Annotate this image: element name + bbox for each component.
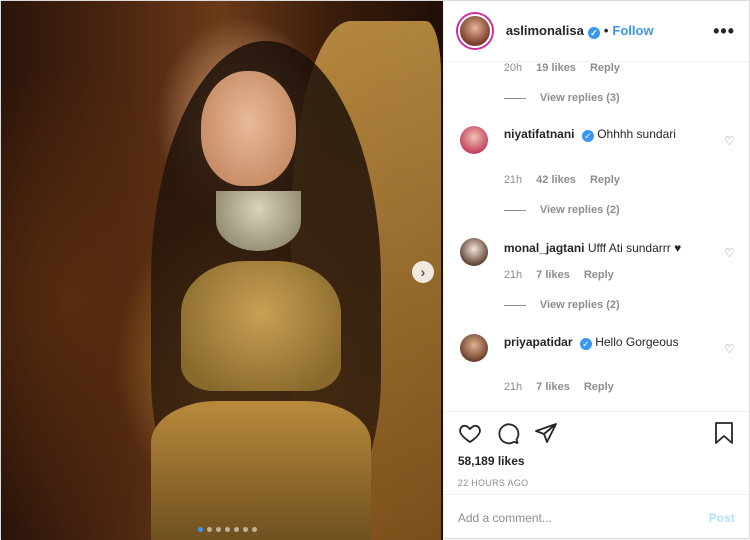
comment-time: 21h [503,381,523,393]
comment-like-icon[interactable]: ♡ [724,342,735,356]
view-replies-line [503,97,526,99]
comment-body: priyapatidar ✓ Hello Gorgeous [504,334,714,362]
view-replies-button[interactable]: View replies (2) [503,204,620,216]
likes-count[interactable]: 58,189 likes [458,454,735,468]
verified-badge-icon: ✓ [579,338,592,350]
comment-meta: 21h 42 likes Reply [504,174,620,186]
comment-like-icon[interactable]: ♡ [724,246,735,260]
comment-likes[interactable]: 19 likes [536,62,576,74]
comment-icon[interactable] [496,421,520,448]
carousel-indicator [198,527,257,532]
carousel-dot [225,527,230,532]
bookmark-icon[interactable] [713,421,735,448]
carousel-dot [216,527,221,532]
reply-button[interactable]: Reply [590,174,620,186]
carousel-dot [198,527,203,532]
comment-item: priyapatidar ✓ Hello Gorgeous ♡ [459,334,735,362]
comment-body: monal_jagtani Ufff Ati sundarrr ♥ [504,238,714,266]
post-header: aslimonalisa ✓ • Follow ••• [443,1,749,62]
comment-username[interactable]: priyapatidar [504,335,573,349]
post-actions: 58,189 likes 22 HOURS AGO [443,411,749,488]
comment-text: Ufff Ati sundarrr ♥ [587,241,682,255]
carousel-dot [207,527,212,532]
comment-body: niyatifatnani ✓ Ohhhh sundari [504,126,714,154]
header-user-line: aslimonalisa ✓ • Follow [506,23,654,40]
separator-dot: • [603,22,609,38]
view-replies-button[interactable]: View replies (2) [503,299,620,311]
comment-time: 20h [503,62,523,74]
avatar[interactable] [459,126,488,154]
comment-username[interactable]: monal_jagtani [504,241,585,255]
comment-item: niyatifatnani ✓ Ohhhh sundari ♡ [459,126,735,154]
comment-likes[interactable]: 7 likes [536,269,570,281]
comment-meta: 20h 19 likes Reply [504,62,620,74]
avatar[interactable] [459,238,488,266]
post-image[interactable]: › [1,1,443,540]
image-necklace [216,191,301,251]
view-replies-line [503,209,526,211]
comment-time: 21h [503,269,523,281]
view-replies-label: View replies (2) [539,299,620,311]
carousel-dot [252,527,257,532]
avatar[interactable] [457,14,492,48]
comment-username[interactable]: niyatifatnani [504,127,575,141]
username-link[interactable]: aslimonalisa [506,23,584,38]
reply-button[interactable]: Reply [584,269,614,281]
comment-input[interactable] [457,510,709,525]
action-icons [458,412,735,456]
comments-list[interactable]: 20h 19 likes Reply View replies (3) niya… [444,62,749,411]
follow-button[interactable]: Follow [612,23,653,38]
image-blouse [181,261,341,391]
carousel-next-button[interactable]: › [412,261,434,283]
view-replies-button[interactable]: View replies (3) [503,92,620,104]
comment-time: 21h [503,174,523,186]
reply-button[interactable]: Reply [584,381,614,393]
comment-text: Hello Gorgeous [595,335,679,349]
instagram-post: › aslimonalisa ✓ • Follow ••• 20h 19 likes [0,0,750,540]
view-replies-line [503,304,526,306]
comment-meta: 21h 7 likes Reply [504,269,614,281]
carousel-dot [234,527,239,532]
image-skirt [151,401,371,540]
view-replies-label: View replies (2) [539,204,620,216]
comment-like-icon[interactable]: ♡ [724,134,735,148]
share-icon[interactable] [534,421,558,448]
reply-button[interactable]: Reply [590,62,620,74]
post-timestamp[interactable]: 22 HOURS AGO [458,478,735,488]
chevron-right-icon: › [420,264,426,280]
comment-meta: 21h 7 likes Reply [504,381,614,393]
verified-badge-icon: ✓ [587,27,600,40]
comment-likes[interactable]: 7 likes [536,381,570,393]
comment-item: monal_jagtani Ufff Ati sundarrr ♥ ♡ [459,238,735,266]
carousel-dot [243,527,248,532]
comment-text: Ohhhh sundari [597,127,676,141]
image-face [201,71,296,186]
add-comment-bar: Post [443,494,749,540]
comment-likes[interactable]: 42 likes [536,174,576,186]
more-horizontal-icon[interactable]: ••• [713,21,735,42]
verified-badge-icon: ✓ [581,130,594,142]
post-side-panel: aslimonalisa ✓ • Follow ••• 20h 19 likes Re… [442,1,749,540]
heart-icon[interactable] [458,421,482,448]
post-comment-button[interactable]: Post [709,511,735,525]
avatar[interactable] [459,334,488,362]
view-replies-label: View replies (3) [539,92,620,104]
